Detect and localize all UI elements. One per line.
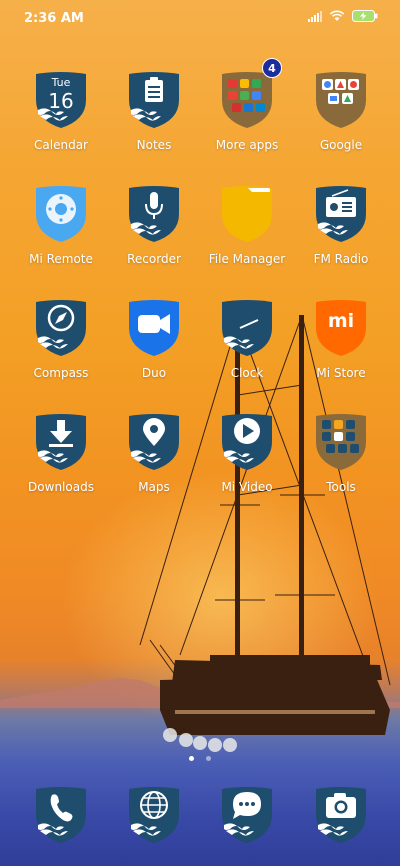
app-label: Mi Video (221, 480, 273, 494)
remote-icon (32, 184, 90, 244)
camera-icon (312, 785, 370, 845)
folder-icon (218, 184, 276, 244)
app-duo[interactable]: Duo (106, 298, 202, 380)
app-label: Notes (136, 138, 172, 152)
app-calendar[interactable]: Tue 16 Calendar (13, 70, 109, 152)
wifi-icon (329, 10, 345, 21)
app-recorder[interactable]: Recorder (106, 184, 202, 266)
calendar-day: 16 (48, 89, 74, 113)
app-label: FM Radio (313, 252, 369, 266)
app-label: Duo (141, 366, 167, 380)
status-bar: 2:36 AM (0, 0, 400, 36)
app-label: File Manager (208, 252, 286, 266)
video-camera-icon (125, 298, 183, 358)
folder-icon (312, 412, 370, 472)
folder-tools[interactable]: Tools (293, 412, 389, 494)
app-label: Mi Remote (29, 252, 93, 266)
status-icons (308, 10, 378, 22)
app-label: Google (319, 138, 363, 152)
folder-more-apps[interactable]: 4 More apps (199, 58, 295, 152)
signal-icon (308, 10, 322, 22)
mi-logo-text: mi (327, 310, 355, 332)
phone-icon (32, 785, 90, 845)
radio-icon (312, 184, 370, 244)
app-label: Maps (138, 480, 170, 494)
page-dot-active (189, 756, 195, 761)
folder-icon: 4 (218, 58, 282, 130)
app-notes[interactable]: Notes (106, 70, 202, 152)
notes-icon (125, 70, 183, 130)
app-label: Calendar (34, 138, 88, 152)
browser-globe-icon (125, 785, 183, 845)
clock-icon (218, 298, 276, 358)
map-pin-icon (125, 412, 183, 472)
app-maps[interactable]: Maps (106, 412, 202, 494)
app-label: Recorder (127, 252, 181, 266)
status-time: 2:36 AM (24, 11, 84, 26)
battery-charging-icon (352, 10, 378, 22)
dock-phone[interactable] (13, 785, 109, 845)
app-fm-radio[interactable]: FM Radio (293, 184, 389, 266)
play-icon (218, 412, 276, 472)
download-icon (32, 412, 90, 472)
microphone-icon (125, 184, 183, 244)
app-mi-remote[interactable]: Mi Remote (13, 184, 109, 266)
app-mi-video[interactable]: Mi Video (199, 412, 295, 494)
app-downloads[interactable]: Downloads (13, 412, 109, 494)
wallpaper-ship (139, 315, 391, 752)
dock-messages[interactable] (199, 785, 295, 845)
compass-icon (32, 298, 90, 358)
dock-browser[interactable] (106, 785, 202, 845)
app-label: Clock (230, 366, 264, 380)
app-clock[interactable]: Clock (199, 298, 295, 380)
app-label: Tools (326, 480, 356, 494)
app-label: More apps (215, 138, 279, 152)
calendar-icon: Tue 16 (32, 70, 90, 130)
mi-logo-icon: mi (312, 298, 370, 358)
dock-camera[interactable] (293, 785, 389, 845)
app-label: Downloads (28, 480, 94, 494)
page-indicator (0, 746, 400, 765)
app-mi-store[interactable]: mi Mi Store (293, 298, 389, 380)
notification-badge: 4 (262, 58, 282, 78)
messages-icon (218, 785, 276, 845)
app-label: Mi Store (316, 366, 366, 380)
page-dot (205, 756, 211, 761)
app-compass[interactable]: Compass (13, 298, 109, 380)
app-label: Compass (33, 366, 89, 380)
calendar-weekday: Tue (51, 76, 71, 89)
folder-google[interactable]: Google (293, 70, 389, 152)
app-file-manager[interactable]: File Manager (199, 184, 295, 266)
folder-icon (312, 70, 370, 130)
